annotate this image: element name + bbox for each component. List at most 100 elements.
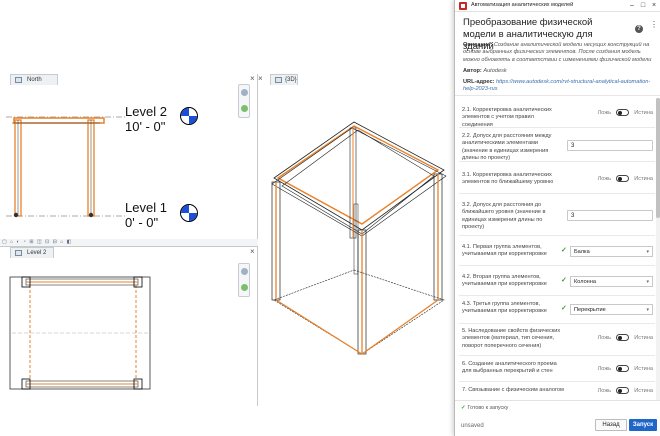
run-button[interactable]: Запуск: [629, 419, 657, 431]
false-label: Ложь: [597, 110, 611, 116]
3d-view[interactable]: {3D} ×: [258, 74, 454, 410]
description-text: Создание аналитической модели несущих ко…: [463, 42, 652, 63]
false-label: Ложь: [597, 335, 611, 341]
toggle-switch[interactable]: [616, 387, 629, 394]
toggle-switch[interactable]: [616, 365, 629, 372]
level-1-name: Level 1: [125, 200, 167, 215]
level-1-label: Level 1 0' - 0": [125, 200, 167, 230]
setting-label: 2.2. Допуск для расстояния между аналити…: [462, 133, 552, 162]
url: URL-адрес: https://www.autodesk.com/rvt-…: [463, 79, 655, 94]
dialog-titlebar[interactable]: Автоматизация аналитических моделей – □ …: [455, 0, 660, 12]
true-label: Истина: [634, 335, 653, 341]
back-button[interactable]: Назад: [595, 419, 627, 431]
setting-3-2: 3.2. Допуск для расстояния до ближайшего…: [459, 196, 655, 236]
more-options-icon[interactable]: ⋮: [650, 21, 658, 29]
setting-6: 6. Создание аналитического проема для вы…: [459, 358, 655, 382]
toggle-group: Ложь Истина: [573, 387, 653, 395]
toggle-group: Ложь Истина: [573, 175, 653, 183]
author-value: Autodesk: [483, 68, 507, 74]
author-label: Автор:: [463, 68, 482, 74]
zoom-icon[interactable]: [241, 105, 248, 112]
check-icon: ✓: [561, 247, 567, 254]
app-icon: [459, 2, 467, 10]
setting-4-3: 4.3. Третья группа элементов, учитываема…: [459, 298, 655, 324]
setting-2-1: 2.1. Корректировка аналитических элемент…: [459, 104, 655, 128]
setting-4-2: 4.2. Вторая группа элементов, учитываема…: [459, 268, 655, 296]
toggle-switch[interactable]: [616, 334, 629, 341]
level-2-label: Level 2 10' - 0": [125, 104, 167, 134]
chevron-down-icon: ▾: [646, 249, 649, 255]
group-select[interactable]: Колонна ▾: [570, 276, 653, 287]
automation-dialog: Автоматизация аналитических моделей – □ …: [454, 0, 660, 436]
3d-model-drawing: [271, 121, 447, 355]
false-label: Ложь: [597, 388, 611, 394]
status-message: ✓ Готово к запуску: [461, 405, 508, 411]
check-icon: ✓: [561, 277, 567, 284]
toggle-switch[interactable]: [616, 175, 629, 182]
setting-5: 5. Наследование свойств физических элеме…: [459, 326, 655, 356]
setting-label: 4.1. Первая группа элементов, учитываема…: [462, 244, 547, 258]
description-label: Описание:: [463, 42, 493, 48]
level-2-elevation: 10' - 0": [125, 119, 166, 134]
setting-label: 4.2. Вторая группа элементов, учитываема…: [462, 274, 547, 288]
level-2-plan-drawing: [9, 276, 151, 390]
setting-label: 3.1. Корректировка аналитических элемент…: [462, 172, 554, 186]
false-label: Ложь: [597, 176, 611, 182]
true-label: Истина: [634, 110, 653, 116]
setting-7: 7. Связывание с физическим аналогом Ложь…: [459, 384, 655, 400]
north-elevation-view[interactable]: North × Level 2 10' - 0" Level 1 0' - 0": [0, 74, 258, 239]
scroll-thumb[interactable]: [656, 98, 660, 218]
script-header: Преобразование физической модели в анали…: [455, 12, 660, 96]
setting-2-2: 2.2. Допуск для расстояния между аналити…: [459, 130, 655, 162]
tolerance-input[interactable]: 3: [567, 210, 653, 221]
tolerance-input[interactable]: 3: [567, 140, 653, 151]
level-2-marker-icon[interactable]: [180, 107, 198, 125]
ribbon-area: [0, 0, 454, 74]
true-label: Истина: [634, 176, 653, 182]
navigation-bar[interactable]: [238, 84, 250, 118]
level-2-plan-view[interactable]: Level 2 ×: [0, 246, 258, 406]
url-label: URL-адрес:: [463, 79, 495, 85]
unsaved-indicator: unsaved: [461, 423, 484, 429]
select-value: Перекрытие: [574, 307, 606, 313]
minimize-button[interactable]: –: [627, 1, 637, 11]
setting-label: 7. Связывание с физическим аналогом: [462, 387, 564, 393]
steering-wheel-icon[interactable]: [241, 89, 248, 96]
help-icon[interactable]: ?: [635, 25, 643, 33]
setting-3-1: 3.1. Корректировка аналитических элемент…: [459, 164, 655, 194]
navigation-bar[interactable]: [238, 263, 250, 297]
level-1-elevation: 0' - 0": [125, 215, 159, 230]
setting-label: 5. Наследование свойств физических элеме…: [462, 328, 561, 349]
maximize-button[interactable]: □: [638, 1, 648, 11]
setting-label: 6. Создание аналитического проема для вы…: [462, 361, 557, 375]
check-icon: ✓: [461, 405, 466, 411]
setting-label: 2.1. Корректировка аналитических элемент…: [462, 107, 552, 128]
chevron-down-icon: ▾: [646, 307, 649, 313]
zoom-icon[interactable]: [241, 284, 248, 291]
check-icon: ✓: [561, 305, 567, 312]
steering-wheel-icon[interactable]: [241, 268, 248, 275]
true-label: Истина: [634, 366, 653, 372]
setting-4-1: 4.1. Первая группа элементов, учитываема…: [459, 238, 655, 266]
description: Описание: Создание аналитической модели …: [463, 42, 655, 64]
window-title: Автоматизация аналитических моделей: [471, 2, 574, 8]
toggle-group: Ложь Истина: [573, 365, 653, 373]
group-select[interactable]: Перекрытие ▾: [570, 304, 653, 315]
view-control-bar[interactable]: ▢ ⌂ ◐ ◔ ⊞ ◫ ⊡ ⊟ ⌂ ◧: [0, 239, 258, 246]
true-label: Истина: [634, 388, 653, 394]
toggle-switch[interactable]: [616, 109, 629, 116]
group-select[interactable]: Балка ▾: [570, 246, 653, 257]
setting-label: 4.3. Третья группа элементов, учитываема…: [462, 301, 547, 315]
level-1-marker-icon[interactable]: [180, 204, 198, 222]
status-area: [0, 406, 454, 436]
select-value: Колонна: [574, 279, 596, 285]
dialog-footer: ✓ Готово к запуску unsaved Назад Запуск: [455, 400, 660, 436]
status-text: Готово к запуску: [467, 405, 509, 411]
select-value: Балка: [574, 249, 590, 255]
setting-label: 3.2. Допуск для расстояния до ближайшего…: [462, 202, 546, 231]
author: Автор: Autodesk: [463, 68, 507, 74]
false-label: Ложь: [597, 366, 611, 372]
settings-scrollbar[interactable]: [656, 98, 660, 400]
close-button[interactable]: ×: [649, 1, 659, 11]
settings-list[interactable]: 2.1. Корректировка аналитических элемент…: [455, 98, 655, 400]
